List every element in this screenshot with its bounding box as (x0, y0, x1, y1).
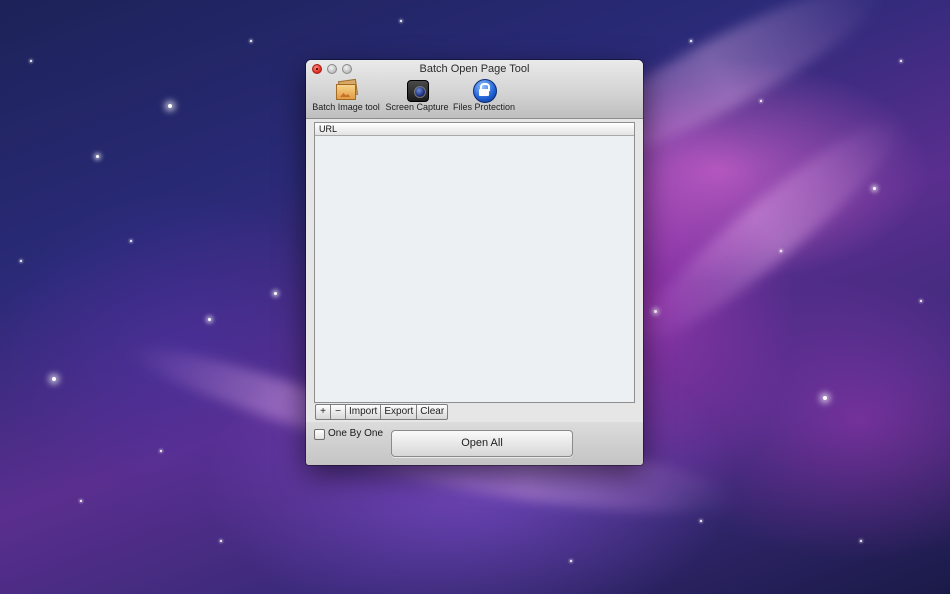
url-table[interactable]: URL (314, 122, 635, 403)
clear-button[interactable]: Clear (416, 404, 449, 420)
star (250, 40, 252, 42)
window-title: Batch Open Page Tool (419, 63, 530, 75)
star (570, 560, 572, 562)
star (860, 540, 862, 542)
star (220, 540, 222, 542)
toolbar-item-label: Screen Capture (385, 102, 449, 112)
url-action-bar: + − Import Export Clear (315, 404, 449, 420)
star (96, 155, 99, 158)
one-by-one-label: One By One (328, 428, 384, 439)
star (700, 520, 702, 522)
window-titlebar[interactable]: Batch Open Page Tool Batch Image tool Sc… (306, 60, 643, 119)
star (823, 396, 827, 400)
star (654, 310, 657, 313)
import-button[interactable]: Import (345, 404, 382, 420)
star (873, 187, 876, 190)
star (920, 300, 922, 302)
star (30, 60, 32, 62)
add-url-button[interactable]: + (315, 404, 331, 420)
export-button[interactable]: Export (380, 404, 418, 420)
toolbar-screen-capture[interactable]: Screen Capture (384, 78, 450, 116)
star (20, 260, 22, 262)
star (52, 377, 56, 381)
toolbar-batch-image-tool[interactable]: Batch Image tool (310, 78, 382, 116)
toolbar-files-protection[interactable]: Files Protection (451, 78, 517, 116)
toolbar-item-label: Files Protection (452, 102, 516, 112)
star (160, 450, 162, 452)
url-column-header[interactable]: URL (315, 123, 634, 136)
open-all-button[interactable]: Open All (391, 430, 573, 457)
one-by-one-option[interactable]: One By One (314, 427, 383, 441)
star (208, 318, 211, 321)
star (274, 292, 277, 295)
star (690, 40, 692, 42)
star (80, 500, 82, 502)
lock-icon (471, 78, 497, 103)
star (400, 20, 402, 22)
star (130, 240, 132, 242)
star (760, 100, 762, 102)
desktop-wallpaper: Batch Open Page Tool Batch Image tool Sc… (0, 0, 950, 594)
camera-icon (404, 78, 430, 102)
star (900, 60, 902, 62)
toolbar-item-label: Batch Image tool (312, 102, 380, 112)
remove-url-button[interactable]: − (330, 404, 346, 420)
star (780, 250, 782, 252)
one-by-one-checkbox[interactable] (314, 428, 325, 440)
url-list[interactable] (315, 136, 634, 402)
app-window: Batch Open Page Tool Batch Image tool Sc… (306, 60, 643, 465)
star (168, 104, 172, 108)
image-stack-icon (333, 78, 359, 102)
